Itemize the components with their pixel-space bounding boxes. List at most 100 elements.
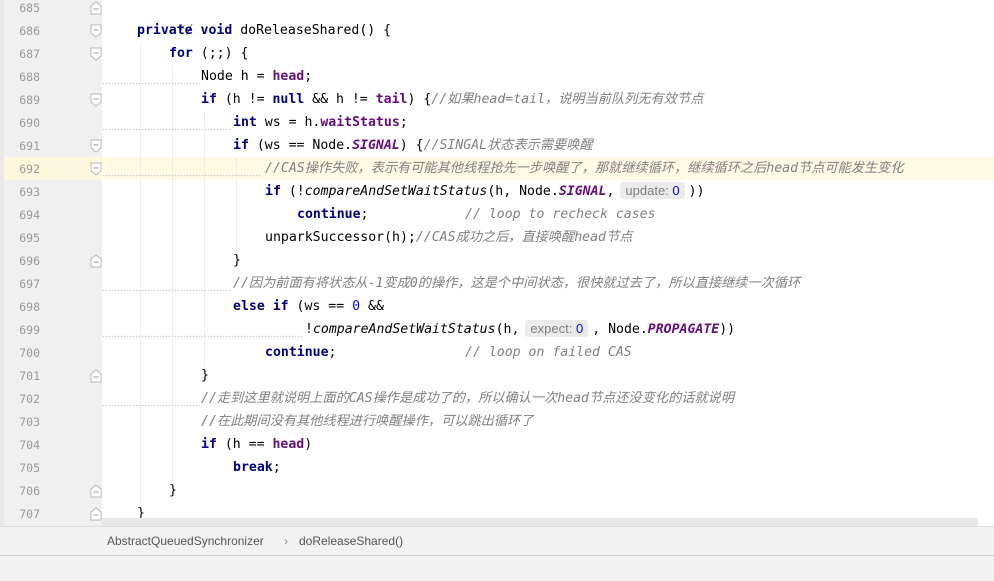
line-number: 703 [19,415,40,429]
fold-end-icon[interactable] [90,254,102,268]
code-line: } [169,479,177,502]
line-number: 700 [19,346,40,360]
line-number: 691 [19,139,40,153]
line-number: 689 [19,93,40,107]
code-text: } [201,368,209,383]
line-number: 697 [19,277,40,291]
code-text: ) { [399,138,424,153]
squiggle-mark [102,174,262,177]
method-call: compareAndSetWaitStatus [312,322,496,337]
parameter-hint: expect: 0 [525,320,589,337]
code-text: (! [280,184,305,199]
code-line: else if (ws == 0 && [233,295,384,318]
fold-end-icon[interactable] [90,369,102,383]
code-line: //CAS操作失败，表示有可能其他线程抢先一步唤醒了，那就继续循环，继续循环之后… [265,157,904,180]
line-number: 685 [19,1,40,15]
fold-start-icon[interactable] [90,162,102,176]
field-ref: head [272,69,305,84]
comment: //走到这里就说明上面的CAS操作是成功了的，所以确认一次head节点还没变化的… [201,391,735,406]
code-text: ! [305,322,313,337]
fold-start-icon[interactable] [90,139,102,153]
code-line: if (h != null && h != tail) {//如果head=ta… [201,88,703,111]
code-line: //在此期间没有其他线程进行唤醒操作，可以跳出循环了 [201,410,533,433]
line-number: 704 [19,438,40,452]
comment: //在此期间没有其他线程进行唤醒操作，可以跳出循环了 [201,414,534,429]
indent-guide [236,158,237,250]
code-text: ) { [407,92,432,107]
breadcrumb: AbstractQueuedSynchronizer › doReleaseSh… [0,526,994,555]
code-text: Node h = [201,69,273,84]
code-text: , Node. [592,322,648,337]
code-text: (h, Node. [487,184,559,199]
code-line: for (;;) { [169,42,248,65]
hint-name: expect: [530,321,573,336]
breadcrumb-method[interactable]: doReleaseShared() [299,534,403,548]
field-ref: tail [375,92,408,107]
breadcrumb-class[interactable]: AbstractQueuedSynchronizer [107,534,264,548]
keyword: continue [297,207,361,222]
line-number: 702 [19,392,40,406]
code-line: break; [233,456,281,479]
line-number: 701 [19,369,40,383]
squiggle-mark [102,128,232,131]
fold-start-icon[interactable] [90,93,102,107]
code-text: ; [360,207,369,222]
line-number: 687 [19,47,40,61]
fold-end-icon[interactable] [90,507,102,521]
code-text: (;;) { [192,46,249,61]
keyword: if [201,437,217,452]
code-text: (ws == Node. [248,138,353,153]
horizontal-scrollbar[interactable] [102,518,978,526]
code-line: //走到这里就说明上面的CAS操作是成功了的，所以确认一次head节点还没变化的… [201,387,734,410]
line-number: 693 [19,185,40,199]
keyword: if [233,138,249,153]
hint-value: 0 [672,183,680,198]
keyword: for [169,46,193,61]
line-number: 696 [19,254,40,268]
keyword: if [201,92,217,107]
keyword: if [272,299,289,314]
line-number: 707 [19,507,40,521]
comment: //SINGAL状态表示需要唤醒 [423,138,593,153]
indent-guide [204,112,205,366]
code-editor[interactable]: 685 686 687 688 689 690 691 692 693 694 … [0,0,994,560]
keyword: void [200,23,233,38]
code-line: private void doReleaseShared() { [137,19,391,42]
code-line: } [201,364,209,387]
code-text: ; [328,345,337,360]
fold-start-icon[interactable] [90,24,102,38]
code-line-comment: // loop to recheck cases [465,203,656,226]
squiggle-mark [102,82,202,85]
keyword: else [233,299,265,314]
line-number: 686 [19,24,40,38]
keyword: if [265,184,281,199]
method-call: compareAndSetWaitStatus [304,184,488,199]
hint-value: 0 [575,321,584,336]
code-text: && [360,299,384,314]
code-text: (h == [216,437,273,452]
breadcrumb-separator-icon: › [284,534,288,548]
code-line: !compareAndSetWaitStatus(h, expect: 0, No… [305,318,735,341]
comment: // loop to recheck cases [465,207,656,222]
fold-end-icon[interactable] [90,484,102,498]
code-line: unparkSuccessor(h);//CAS成功之后，直接唤醒head节点 [265,226,632,249]
line-number: 694 [19,208,40,222]
code-line: } [233,249,241,272]
keyword: int [233,115,257,130]
keyword: private [137,23,193,38]
field-ref: head [272,437,305,452]
static-field-ref: SIGNAL [352,138,400,153]
code-line: if (ws == Node.SIGNAL) {//SINGAL状态表示需要唤醒 [233,134,593,157]
code-text: )) [688,184,705,199]
code-text: } [233,253,241,268]
code-text: ws = h. [256,115,321,130]
fold-start-icon[interactable] [90,47,102,61]
code-text: ; [272,460,281,475]
code-text: ) [304,437,313,452]
status-bar [0,555,994,581]
static-field-ref: SIGNAL [558,184,607,199]
line-number: 705 [19,461,40,475]
method-signature: doReleaseShared() { [232,23,392,38]
comment: //CAS操作失败，表示有可能其他线程抢先一步唤醒了，那就继续循环，继续循环之后… [265,161,904,176]
fold-end-icon[interactable] [90,1,102,15]
